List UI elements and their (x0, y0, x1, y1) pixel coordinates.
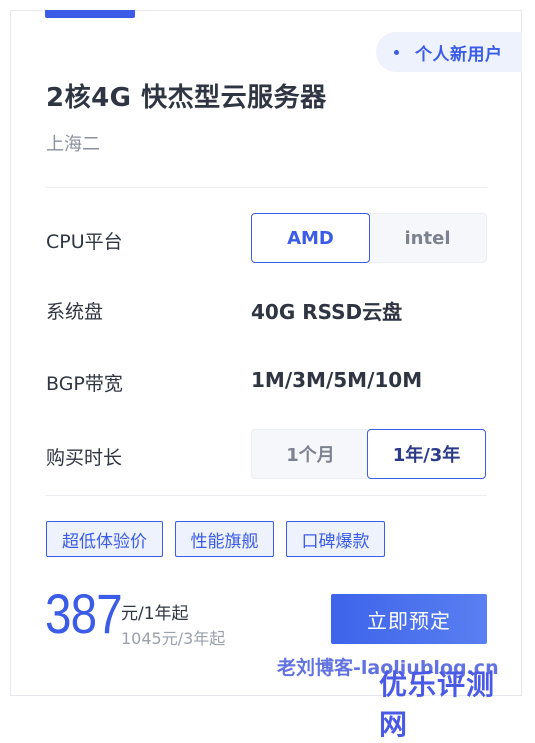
tag-dot-icon (394, 49, 399, 55)
cpu-option-intel[interactable]: intel (368, 213, 487, 263)
product-card: 个人新用户 2核4G 快杰型云服务器 上海二 CPU平台 AMD intel 系… (10, 10, 522, 741)
cpu-platform-label: CPU平台 (46, 231, 123, 253)
price-unit: 元/1年起 (121, 604, 189, 624)
badge-performance: 性能旗舰 (175, 521, 274, 557)
divider-bottom (46, 495, 487, 496)
badge-popular: 口碑爆款 (286, 521, 385, 557)
region-label: 上海二 (46, 134, 100, 155)
cpu-option-intel-label: intel (404, 227, 451, 249)
price-amount: 387 (45, 582, 123, 645)
duration-option-1-month[interactable]: 1个月 (251, 429, 370, 479)
purchase-duration-label: 购买时长 (46, 447, 123, 469)
new-user-tag-label: 个人新用户 (415, 44, 503, 65)
site-watermark: 优乐评测网 (379, 668, 496, 741)
badge-performance-label: 性能旗舰 (190, 531, 259, 552)
bgp-bandwidth-value: 1M/3M/5M/10M (251, 368, 423, 392)
badge-low-price-label: 超低体验价 (62, 531, 147, 552)
price-original: 1045元/3年起 (121, 629, 226, 648)
divider-top (46, 187, 487, 188)
badge-low-price: 超低体验价 (46, 521, 163, 557)
cpu-option-amd-label: AMD (287, 227, 334, 249)
badge-popular-label: 口碑爆款 (301, 531, 370, 552)
duration-option-1-month-label: 1个月 (286, 445, 335, 466)
system-disk-label: 系统盘 (46, 301, 104, 323)
top-accent-bar (45, 10, 135, 18)
new-user-tag: 个人新用户 (376, 32, 522, 72)
system-disk-value: 40G RSSD云盘 (251, 300, 403, 324)
bgp-bandwidth-label: BGP带宽 (46, 373, 123, 395)
product-title: 2核4G 快杰型云服务器 (46, 83, 327, 113)
cpu-option-amd[interactable]: AMD (251, 213, 370, 263)
reserve-now-button-label: 立即预定 (367, 608, 451, 633)
duration-option-1-3-year[interactable]: 1年/3年 (367, 429, 486, 479)
duration-option-1-3-year-label: 1年/3年 (392, 445, 461, 466)
reserve-now-button[interactable]: 立即预定 (331, 594, 487, 644)
